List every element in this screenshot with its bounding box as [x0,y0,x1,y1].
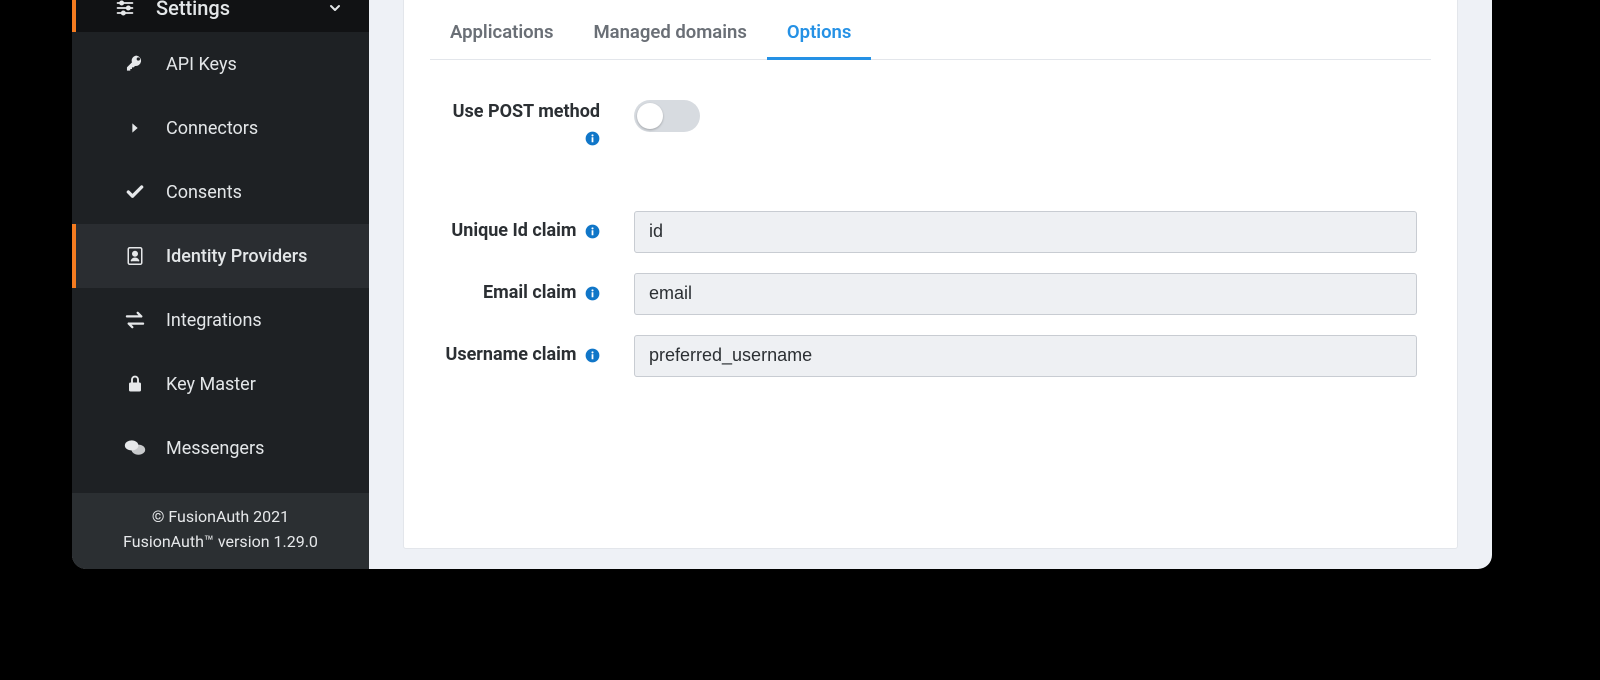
label-use-post: Use POST method [430,100,610,151]
sidebar-item-identity-providers[interactable]: Identity Providers [72,224,369,288]
info-icon[interactable] [585,131,600,146]
sidebar-header-label: Settings [156,0,230,20]
email-claim-input[interactable] [634,273,1417,315]
sidebar: Settings API Keys Connectors [72,0,369,569]
tab-label: Applications [450,21,553,43]
version-text: FusionAuth™ version 1.29.0 [80,530,361,555]
sidebar-footer: © FusionAuth 2021 FusionAuth™ version 1.… [72,493,369,569]
toggle-knob [637,103,663,129]
sidebar-item-label: Connectors [166,118,258,139]
label-text: Unique Id claim [451,220,576,241]
tab-bar: Applications Managed domains Options [430,0,1431,60]
row-username: Username claim [430,335,1417,377]
tab-label: Managed domains [593,21,746,43]
sidebar-header-settings[interactable]: Settings [72,0,369,32]
comments-icon [122,435,148,461]
chevron-down-icon [327,0,343,16]
tab-managed-domains[interactable]: Managed domains [573,9,766,59]
row-email: Email claim [430,273,1417,315]
sidebar-nav: Settings API Keys Connectors [72,0,369,493]
main-content: Applications Managed domains Options Use… [369,0,1492,569]
label-username: Username claim [430,343,610,367]
username-claim-input[interactable] [634,335,1417,377]
unique-id-input[interactable] [634,211,1417,253]
info-icon[interactable] [585,286,600,301]
tab-options[interactable]: Options [767,9,872,59]
label-text: Use POST method [453,101,600,122]
sidebar-item-label: Identity Providers [166,246,307,267]
tab-label: Options [787,21,852,43]
exchange-icon [122,307,148,333]
sidebar-item-key-master[interactable]: Key Master [72,352,369,416]
app-window: Settings API Keys Connectors [72,0,1492,569]
sidebar-item-label: Key Master [166,374,256,395]
use-post-toggle[interactable] [634,100,700,132]
sidebar-item-label: Consents [166,182,242,203]
id-badge-icon [122,243,148,269]
tab-applications[interactable]: Applications [430,9,573,59]
options-form: Use POST method [430,100,1431,377]
row-unique-id: Unique Id claim [430,211,1417,253]
sidebar-item-label: Integrations [166,310,262,331]
sidebar-item-api-keys[interactable]: API Keys [72,32,369,96]
sidebar-item-connectors[interactable]: Connectors [72,96,369,160]
sliders-icon [112,0,138,21]
chevron-right-icon [122,115,148,141]
sidebar-item-label: API Keys [166,54,237,75]
label-unique-id: Unique Id claim [430,219,610,243]
sidebar-item-messengers[interactable]: Messengers [72,416,369,480]
label-text: Email claim [483,282,576,303]
row-use-post: Use POST method [430,100,1417,151]
settings-card: Applications Managed domains Options Use… [403,0,1458,549]
info-icon[interactable] [585,224,600,239]
key-icon [122,51,148,77]
lock-icon [122,371,148,397]
copyright-text: © FusionAuth 2021 [80,505,361,530]
label-text: Username claim [445,344,576,365]
sidebar-item-label: Messengers [166,438,264,459]
check-icon [122,179,148,205]
sidebar-item-integrations[interactable]: Integrations [72,288,369,352]
label-email: Email claim [430,281,610,305]
info-icon[interactable] [585,348,600,363]
sidebar-item-consents[interactable]: Consents [72,160,369,224]
